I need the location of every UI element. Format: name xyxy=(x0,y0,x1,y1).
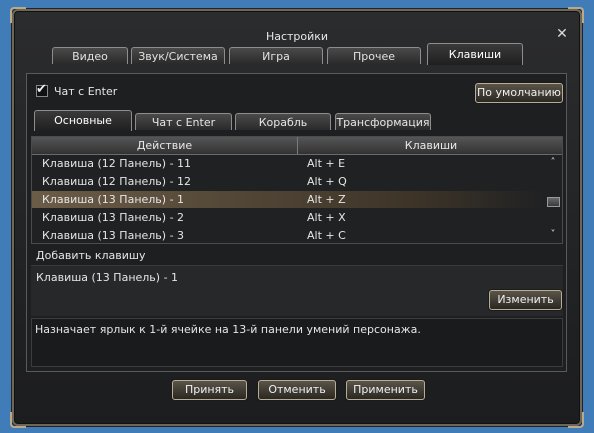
apply-button[interactable]: Применить xyxy=(346,380,425,400)
change-button[interactable]: Изменить xyxy=(489,290,562,310)
table-row[interactable]: Клавиша (13 Панель) - 3 Alt + C xyxy=(32,227,544,243)
accept-button[interactable]: Принять xyxy=(172,380,247,400)
tab-game[interactable]: Игра xyxy=(229,47,323,64)
column-header-action[interactable]: Действие xyxy=(32,137,297,154)
keybind-table: Действие Клавиши Клавиша (12 Панель) - 1… xyxy=(31,136,563,244)
row-action: Клавиша (12 Панель) - 11 xyxy=(42,157,192,170)
row-keys: Alt + Z xyxy=(307,193,346,206)
frame-corner xyxy=(568,412,584,428)
check-icon: ✔ xyxy=(36,82,47,97)
table-row[interactable]: Клавиша (12 Панель) - 12 Alt + Q xyxy=(32,173,544,190)
row-keys: Alt + E xyxy=(307,157,346,170)
tab-other[interactable]: Прочее xyxy=(327,47,421,64)
cancel-button[interactable]: Отменить xyxy=(258,380,336,400)
subtab-ship[interactable]: Корабль xyxy=(235,113,331,130)
selected-key-text: Клавиша (13 Панель) - 1 xyxy=(36,271,179,284)
table-row[interactable]: Клавиша (13 Панель) - 2 Alt + X xyxy=(32,209,544,226)
add-key-link[interactable]: Добавить клавишу xyxy=(36,249,146,262)
scrollbar-thumb[interactable] xyxy=(547,197,560,207)
row-action: Клавиша (13 Панель) - 2 xyxy=(42,211,185,224)
table-row[interactable]: Клавиша (12 Панель) - 11 Alt + E xyxy=(32,155,544,172)
tab-keys[interactable]: Клавиши xyxy=(427,43,523,65)
row-action: Клавиша (13 Панель) - 1 xyxy=(42,193,185,206)
table-header: Действие Клавиши xyxy=(32,137,562,155)
default-button[interactable]: По умолчанию xyxy=(475,83,563,103)
column-header-keys[interactable]: Клавиши xyxy=(298,137,562,154)
tab-sound-system[interactable]: Звук/Система xyxy=(131,47,225,64)
row-keys: Alt + X xyxy=(307,211,346,224)
subtab-basic[interactable]: Основные xyxy=(34,110,132,131)
frame-corner xyxy=(10,412,26,428)
row-action: Клавиша (13 Панель) - 3 xyxy=(42,229,185,242)
table-row-selected[interactable]: Клавиша (13 Панель) - 1 Alt + Z xyxy=(32,191,544,208)
scroll-up-icon[interactable]: ˄ xyxy=(547,157,559,169)
row-keys: Alt + Q xyxy=(307,175,347,188)
row-keys: Alt + C xyxy=(307,229,346,242)
close-icon[interactable]: ✕ xyxy=(554,26,570,42)
tab-video[interactable]: Видео xyxy=(52,47,128,64)
subtab-transformation[interactable]: Трансформация xyxy=(335,113,431,130)
chat-enter-label: Чат с Enter xyxy=(54,85,118,98)
subtab-chat-enter[interactable]: Чат с Enter xyxy=(135,113,232,130)
description-text: Назначает ярлык к 1-й ячейке на 13-й пан… xyxy=(35,323,421,336)
scroll-down-icon[interactable]: ˅ xyxy=(547,229,559,241)
row-action: Клавиша (12 Панель) - 12 xyxy=(42,175,192,188)
